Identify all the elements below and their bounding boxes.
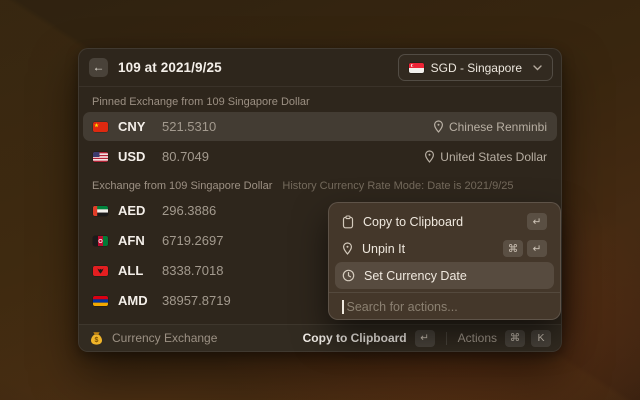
flag-afghanistan-icon [93, 236, 108, 246]
currency-full-name: Chinese Renminbi [433, 120, 547, 134]
currency-name-label: United States Dollar [440, 150, 547, 164]
cmd-key-badge: ⌘ [503, 240, 523, 257]
flag-armenia-icon [93, 296, 108, 306]
money-bag-icon: $ [89, 331, 104, 346]
pin-icon [433, 120, 444, 133]
exchange-section-subtitle: History Currency Rate Mode: Date is 2021… [282, 180, 513, 192]
pin-icon [342, 242, 353, 255]
currency-value: 296.3886 [162, 203, 216, 218]
pin-icon [424, 150, 435, 163]
pinned-section-header: Pinned Exchange from 109 Singapore Dolla… [92, 96, 548, 108]
desktop-background: ← 109 at 2021/9/25 SGD - Singapore Pinne… [0, 0, 640, 400]
return-key-badge: ↵ [527, 240, 547, 257]
menu-item-set-currency-date[interactable]: Set Currency Date [335, 262, 554, 289]
page-title: 109 at 2021/9/25 [118, 60, 222, 75]
menu-item-label: Set Currency Date [364, 269, 467, 283]
svg-text:$: $ [95, 337, 99, 344]
currency-value: 8338.7018 [162, 263, 223, 278]
menu-item-label: Unpin It [362, 242, 405, 256]
currency-code: AFN [118, 233, 154, 248]
back-button[interactable]: ← [89, 58, 108, 77]
actions-search-input[interactable]: Search for actions... [335, 293, 554, 321]
text-caret [342, 300, 344, 314]
cmd-key-badge: ⌘ [505, 330, 525, 347]
base-currency-dropdown[interactable]: SGD - Singapore [398, 54, 553, 81]
return-key-badge: ↵ [527, 213, 547, 230]
flag-united-states-icon [93, 152, 108, 162]
flag-albania-icon [93, 266, 108, 276]
currency-code: USD [118, 149, 154, 164]
app-name-label: Currency Exchange [112, 331, 217, 345]
search-placeholder: Search for actions... [347, 300, 458, 314]
menu-item-label: Copy to Clipboard [363, 215, 463, 229]
actions-menu-label[interactable]: Actions [458, 331, 497, 345]
menu-item-unpin-it[interactable]: Unpin It ⌘ ↵ [335, 235, 554, 262]
currency-value: 38957.8719 [162, 293, 231, 308]
currency-code: CNY [118, 119, 154, 134]
currency-name-label: Chinese Renminbi [449, 120, 547, 134]
currency-full-name: United States Dollar [424, 150, 547, 164]
actions-context-menu: Copy to Clipboard ↵ Unpin It ⌘ ↵ Set Cur… [328, 202, 561, 320]
k-key-badge: K [531, 330, 551, 347]
currency-value: 80.7049 [162, 149, 209, 164]
dropdown-selected-value: SGD - Singapore [431, 61, 522, 75]
flag-united-arab-emirates-icon [93, 206, 108, 216]
flag-singapore-icon [409, 63, 424, 73]
footer-divider [446, 332, 447, 345]
chevron-down-icon [533, 65, 542, 71]
clock-icon [342, 269, 355, 282]
pinned-section-title: Pinned Exchange from 109 Singapore Dolla… [92, 96, 310, 108]
exchange-section-title: Exchange from 109 Singapore Dollar [92, 180, 272, 192]
exchange-section-header: Exchange from 109 Singapore Dollar Histo… [92, 180, 548, 192]
list-item-usd[interactable]: USD 80.7049 United States Dollar [83, 142, 557, 171]
currency-value: 521.5310 [162, 119, 216, 134]
currency-code: AED [118, 203, 154, 218]
flag-china-icon [93, 122, 108, 132]
clipboard-icon [342, 215, 354, 229]
action-bar: $ Currency Exchange Copy to Clipboard ↵ … [79, 324, 561, 351]
window-header: ← 109 at 2021/9/25 SGD - Singapore [79, 49, 561, 87]
return-key-badge: ↵ [415, 330, 435, 347]
currency-code: ALL [118, 263, 154, 278]
menu-item-copy-to-clipboard[interactable]: Copy to Clipboard ↵ [335, 208, 554, 235]
currency-code: AMD [118, 293, 154, 308]
list-item-cny[interactable]: CNY 521.5310 Chinese Renminbi [83, 112, 557, 141]
currency-value: 6719.2697 [162, 233, 223, 248]
primary-action-label[interactable]: Copy to Clipboard [303, 331, 407, 345]
